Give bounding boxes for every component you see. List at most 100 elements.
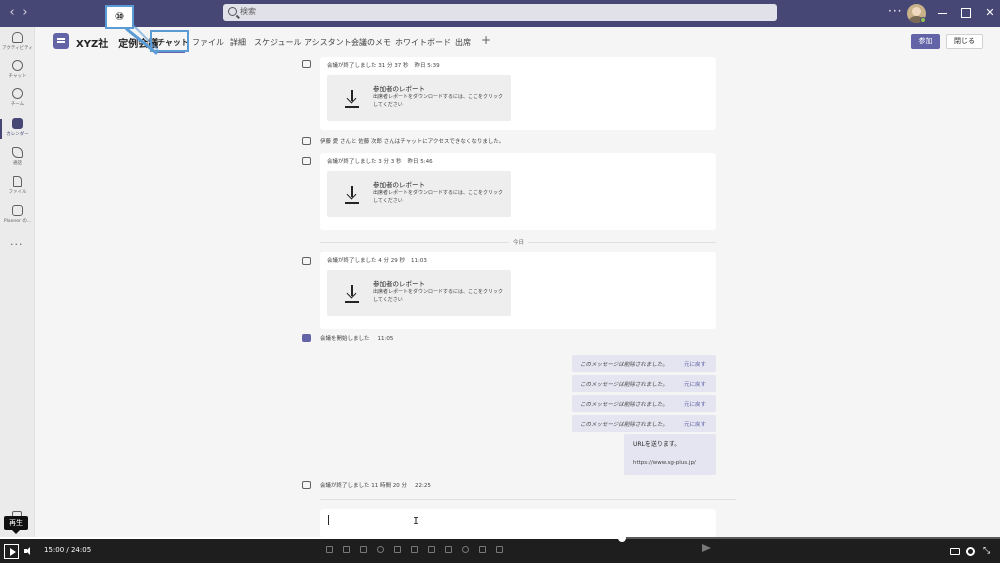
rail-item-teams[interactable]: チーム (0, 88, 35, 114)
close-button[interactable]: 閉じる (946, 34, 983, 49)
rail-item-label: Planner の... (3, 219, 32, 224)
rail-item-chat[interactable]: チャット (0, 60, 35, 86)
close-window-icon[interactable]: ✕ (983, 6, 997, 20)
attendance-report-link[interactable]: 参加者のレポート 出席者レポートをダウンロードするには、ここをクリックしてくださ… (327, 171, 511, 217)
rail-item-calls[interactable]: 通話 (0, 147, 35, 173)
rail-item-activity[interactable]: アクティビティ (0, 32, 35, 58)
join-button[interactable]: 参加 (911, 34, 940, 49)
search-placeholder: 検索 (240, 7, 256, 16)
minimize-player-icon[interactable]: ⤡ (983, 546, 990, 556)
download-icon (345, 285, 359, 301)
settings-gear-icon[interactable] (966, 547, 975, 556)
sticker-icon[interactable] (411, 546, 418, 553)
event-header: 会議が終了しました 4 分 29 秒 11:03 (327, 256, 427, 264)
playback-time: 15:00 / 24:05 (44, 546, 92, 554)
attendance-report-link[interactable]: 参加者のレポート 出席者レポートをダウンロードするには、ここをクリックしてくださ… (327, 75, 511, 121)
rail-item-label: カレンダー (6, 132, 29, 137)
callout-highlight-box (150, 30, 189, 52)
calendar-icon (12, 118, 23, 129)
meet-now-icon[interactable] (428, 546, 435, 553)
tab-attendance[interactable]: 出席 (455, 37, 471, 48)
more-options-icon[interactable]: ··· (888, 4, 902, 18)
report-description: 出席者レポートをダウンロードするには、ここをクリックしてください (373, 289, 504, 303)
rail-item-files[interactable]: ファイル (0, 176, 35, 202)
download-icon (345, 186, 359, 202)
more-apps-icon[interactable]: ··· (10, 238, 24, 251)
url-message: URLを送ります。 https://www.sg-plus.jp/ (624, 434, 716, 475)
phone-icon (12, 147, 23, 158)
event-header: 会議が終了しました 31 分 37 秒昨日 5:39 (327, 61, 440, 69)
attach-icon[interactable] (360, 546, 367, 553)
meeting-ended-line: 会議が終了しました 11 時間 20 分 22:25 (320, 481, 431, 489)
back-arrow-icon[interactable]: ‹ (5, 5, 19, 21)
search-input[interactable]: 検索 (223, 4, 777, 21)
emoji-icon[interactable] (377, 546, 384, 553)
captions-icon[interactable] (950, 548, 960, 555)
report-description: 出席者レポートをダウンロードするには、ここをクリックしてください (373, 94, 504, 108)
chat-pane: 会議が終了しました 31 分 37 秒昨日 5:39 参加者のレポート 出席者レ… (36, 57, 1000, 537)
add-tab-icon[interactable]: + (481, 33, 491, 47)
tab-meeting-notes[interactable]: 会議のメモ (351, 37, 391, 48)
gif-icon[interactable] (394, 546, 401, 553)
apps-icon[interactable] (479, 546, 486, 553)
report-title: 参加者のレポート (373, 85, 425, 93)
report-title: 参加者のレポート (373, 280, 425, 288)
progress-fill (0, 537, 622, 539)
more-options-icon[interactable] (496, 546, 503, 553)
rail-item-calendar[interactable]: カレンダー (0, 118, 35, 144)
meeting-ended-icon (302, 481, 311, 489)
undo-delete-link[interactable]: 元に戻す (684, 380, 706, 388)
event-duration: 会議が終了しました 31 分 37 秒 (327, 63, 409, 69)
event-duration: 会議が終了しました 3 分 3 秒 (327, 159, 402, 165)
maximize-window-icon[interactable] (959, 6, 973, 20)
event-header: 会議が終了しました 3 分 3 秒昨日 5:46 (327, 157, 433, 165)
event-time: 昨日 5:46 (407, 159, 433, 165)
people-icon (302, 137, 311, 145)
undo-delete-link[interactable]: 元に戻す (684, 420, 706, 428)
deleted-message: このメッセージは削除されました。 元に戻す (572, 355, 716, 372)
play-button[interactable] (4, 544, 19, 559)
rail-item-label: アクティビティ (2, 46, 33, 51)
volume-icon[interactable] (24, 547, 32, 555)
tab-scheduling-assistant[interactable]: スケジュール アシスタント (254, 37, 352, 48)
report-description: 出席者レポートをダウンロードするには、ここをクリックしてください (373, 190, 504, 204)
deleted-message: このメッセージは削除されました。 元に戻す (572, 375, 716, 392)
url-message-link[interactable]: https://www.sg-plus.jp/ (633, 460, 696, 466)
bell-icon (12, 32, 23, 43)
deleted-message-text: このメッセージは削除されました。 (580, 422, 668, 428)
meeting-ended-icon (302, 257, 311, 265)
undo-delete-link[interactable]: 元に戻す (684, 400, 706, 408)
deleted-message: このメッセージは削除されました。 元に戻す (572, 415, 716, 432)
tab-whiteboard[interactable]: ホワイトボード (395, 37, 451, 48)
format-icon[interactable] (326, 546, 333, 553)
praise-icon[interactable] (462, 546, 469, 553)
undo-delete-link[interactable]: 元に戻す (684, 360, 706, 368)
meeting-ended-time: 22:25 (415, 483, 431, 489)
file-icon (13, 176, 22, 187)
attendance-report-link[interactable]: 参加者のレポート 出席者レポートをダウンロードするには、ここをクリックしてくださ… (327, 270, 511, 316)
app-rail: アクティビティ チャット チーム カレンダー 通話 ファイル Planner の… (0, 27, 35, 537)
title-bar: ‹ › 検索 ··· ✕ (0, 0, 1000, 27)
meeting-ended-card: 会議が終了しました 4 分 29 秒 11:03 参加者のレポート 出席者レポート… (320, 252, 716, 329)
presence-status-icon (920, 17, 926, 23)
event-time: 昨日 5:39 (414, 63, 440, 69)
forward-arrow-icon[interactable]: › (18, 5, 32, 21)
access-notice: 伊藤 愛 さんと 佐藤 次郎 さんはチャットにアクセスできなくなりました。 (320, 139, 505, 145)
meeting-ended-icon (302, 60, 311, 68)
tab-files[interactable]: ファイル (192, 37, 224, 48)
compose-input[interactable]: I (320, 509, 716, 537)
minimize-window-icon[interactable] (936, 6, 950, 20)
schedule-icon[interactable] (445, 546, 452, 553)
text-caret (328, 515, 329, 525)
rail-item-planner[interactable]: Planner の... (0, 205, 35, 231)
send-icon[interactable] (702, 544, 711, 552)
rail-item-label: チャット (8, 74, 27, 79)
meeting-calendar-icon (53, 33, 69, 49)
important-icon[interactable] (343, 546, 350, 553)
callout-number: ⑩ (105, 5, 134, 29)
tab-details[interactable]: 詳細 (230, 37, 246, 48)
play-tooltip: 再生 (4, 516, 28, 534)
progress-knob[interactable] (618, 534, 626, 542)
compose-divider (320, 499, 736, 500)
teams-icon (12, 88, 23, 99)
